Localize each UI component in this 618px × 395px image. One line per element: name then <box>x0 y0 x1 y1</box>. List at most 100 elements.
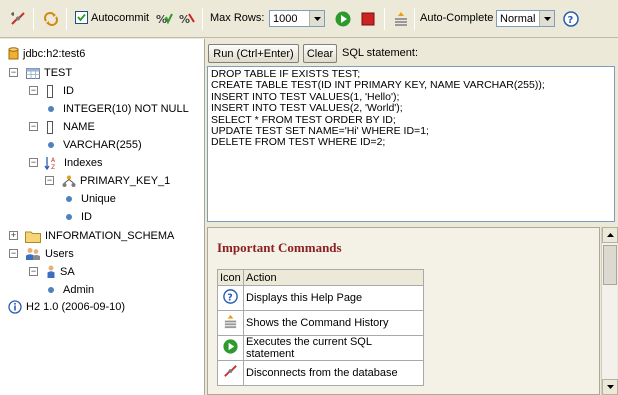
scroll-up-arrow[interactable] <box>602 227 618 243</box>
history-button[interactable] <box>391 9 411 29</box>
table-row: ? Displays this Help Page <box>217 285 424 311</box>
help-panel: Important Commands Icon Action ? Display… <box>207 227 600 395</box>
expand-toggle[interactable]: + <box>9 231 18 240</box>
disconnect-button[interactable] <box>8 9 28 29</box>
commit-button[interactable]: % <box>154 9 174 29</box>
history-icon[interactable] <box>222 313 239 330</box>
clear-button[interactable]: Clear <box>303 44 337 63</box>
column-label: NAME <box>63 121 95 133</box>
action-cell: Displays this Help Page <box>243 285 424 311</box>
autocommit-label: Autocommit <box>91 12 150 24</box>
version-label: H2 1.0 (2006-09-10) <box>26 301 126 313</box>
users-icon <box>26 248 40 260</box>
disconnect-icon[interactable] <box>222 363 239 380</box>
table-icon <box>26 67 40 79</box>
tree-version: H2 1.0 (2006-09-10) <box>8 299 125 315</box>
collapse-toggle[interactable]: − <box>29 122 38 131</box>
svg-text:%: % <box>179 13 190 26</box>
max-rows-select[interactable]: 1000 <box>269 10 325 27</box>
index-label: PRIMARY_KEY_1 <box>80 175 171 187</box>
tree-connection[interactable]: jdbc:h2:test6 <box>8 46 85 62</box>
bullet-icon <box>66 196 72 202</box>
svg-text:%: % <box>156 13 167 26</box>
sql-editor[interactable]: DROP TABLE IF EXISTS TEST; CREATE TABLE … <box>207 66 615 222</box>
disconnect-icon <box>11 12 25 25</box>
tree-table-test[interactable]: TEST <box>26 65 72 81</box>
stop-button[interactable] <box>358 9 378 29</box>
bullet-icon <box>48 142 54 148</box>
rollback-button[interactable]: % <box>177 9 197 29</box>
rollback-icon: % <box>179 13 195 26</box>
scroll-thumb[interactable] <box>603 245 617 285</box>
role-label: Admin <box>63 284 95 296</box>
users-label: Users <box>45 248 74 260</box>
sql-line: DELETE FROM TEST WHERE ID=2; <box>211 136 386 149</box>
collapse-toggle[interactable]: − <box>29 86 38 95</box>
checkmark-icon <box>77 13 86 22</box>
action-cell: Disconnects from the database <box>243 360 424 386</box>
help-scrollbar[interactable] <box>601 227 618 395</box>
autocommit-checkbox[interactable] <box>75 11 88 24</box>
query-pane: Run (Ctrl+Enter) Clear SQL statement: DR… <box>206 39 618 395</box>
connection-label: jdbc:h2:test6 <box>23 48 86 60</box>
collapse-toggle[interactable]: − <box>29 158 38 167</box>
action-cell: Executes the current SQL statement <box>243 335 424 361</box>
refresh-button[interactable] <box>41 9 61 29</box>
tree-users[interactable]: Users <box>25 246 74 262</box>
sql-statement-label: SQL statement: <box>342 47 419 59</box>
schema-tree: jdbc:h2:test6 − TEST − ID INTEGER(10) NO… <box>0 39 205 395</box>
help-icon[interactable]: ? <box>222 288 239 305</box>
tree-info-schema[interactable]: INFORMATION_SCHEMA <box>25 228 174 244</box>
tree-column-type: INTEGER(10) NOT NULL <box>48 101 189 117</box>
bullet-icon <box>66 214 72 220</box>
svg-text:Z: Z <box>51 164 55 170</box>
auto-complete-select[interactable]: Normal <box>496 10 555 27</box>
user-label: SA <box>60 266 75 278</box>
tree-column-id[interactable]: ID <box>46 83 74 99</box>
tree-indexes[interactable]: AZ Indexes <box>44 155 103 171</box>
user-icon <box>47 265 55 278</box>
toolbar: Autocommit % % Max Rows: 1000 Auto-Compl… <box>0 0 618 38</box>
table-header-row: Icon Action <box>217 269 424 286</box>
tree-index-pk[interactable]: PRIMARY_KEY_1 <box>62 173 170 189</box>
svg-text:?: ? <box>227 292 232 303</box>
column-icon <box>47 84 53 98</box>
type-label: VARCHAR(255) <box>63 139 142 151</box>
max-rows-value: 1000 <box>273 12 298 25</box>
commands-table: Icon Action ? Displays this Help Page Sh… <box>217 269 424 386</box>
run-button[interactable] <box>333 9 353 29</box>
property-label: ID <box>81 211 92 223</box>
collapse-toggle[interactable]: − <box>9 68 18 77</box>
collapse-toggle[interactable]: − <box>45 176 54 185</box>
tree-column-type: VARCHAR(255) <box>48 137 142 153</box>
collapse-toggle[interactable]: − <box>29 267 38 276</box>
tree-column-name[interactable]: NAME <box>46 119 95 135</box>
info-icon <box>8 300 22 314</box>
help-button[interactable]: ? <box>561 9 581 29</box>
folder-icon <box>25 231 41 243</box>
help-icon: ? <box>563 11 579 27</box>
scroll-down-arrow[interactable] <box>602 379 618 395</box>
sort-index-icon: AZ <box>44 157 56 170</box>
tree-user-role: Admin <box>48 282 94 298</box>
type-label: INTEGER(10) NOT NULL <box>63 103 189 115</box>
chevron-down-icon[interactable] <box>309 11 324 26</box>
column-header: Action <box>243 269 424 286</box>
max-rows-label: Max Rows: <box>210 12 265 24</box>
help-title: Important Commands <box>217 240 342 255</box>
table-row: Disconnects from the database <box>217 360 424 386</box>
column-icon <box>47 120 53 134</box>
tree-user-sa[interactable]: SA <box>46 264 75 280</box>
run-icon <box>335 11 351 27</box>
action-cell: Shows the Command History <box>243 310 424 336</box>
auto-complete-value: Normal <box>500 12 536 25</box>
stop-icon <box>361 12 375 26</box>
refresh-icon <box>44 12 58 26</box>
history-icon <box>395 12 407 26</box>
run-query-button[interactable]: Run (Ctrl+Enter) <box>208 44 299 63</box>
run-icon[interactable] <box>222 338 239 355</box>
chevron-down-icon[interactable] <box>539 11 554 26</box>
collapse-toggle[interactable]: − <box>9 249 18 258</box>
bullet-icon <box>48 106 54 112</box>
tree-index-property: Unique <box>66 191 116 207</box>
